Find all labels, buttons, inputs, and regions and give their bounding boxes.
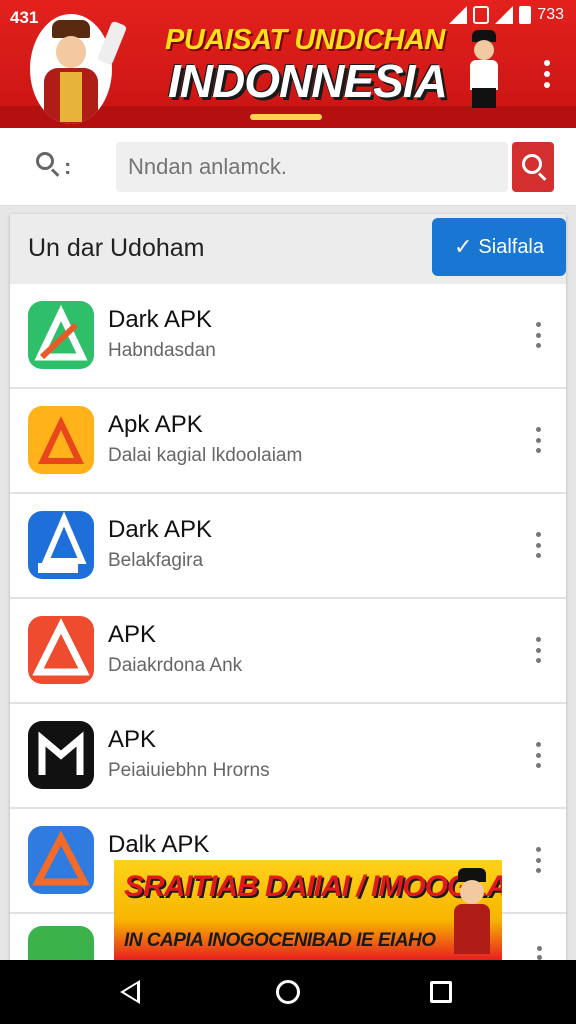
wifi-icon — [495, 6, 514, 24]
orange-a-icon — [28, 406, 94, 474]
card-action-label: Sialfala — [478, 235, 545, 258]
item-menu-icon[interactable] — [534, 322, 542, 348]
ad-tagline: IN CAPIA INOGOCENIBAD IE EIAHO — [124, 930, 436, 951]
blue-apk-icon — [28, 511, 94, 579]
search-button[interactable] — [512, 142, 554, 192]
ad-mascot — [448, 868, 496, 954]
signal-icon — [449, 6, 468, 24]
home-icon[interactable] — [276, 980, 300, 1004]
back-icon-inner — [124, 984, 137, 1000]
recent-apps-icon[interactable] — [430, 981, 452, 1003]
list-item[interactable]: Apk APK Dalai kagial lkdoolaiam — [10, 389, 566, 494]
search-separator: : — [64, 154, 72, 179]
item-menu-icon[interactable] — [534, 427, 542, 453]
app-subtitle: Belakfagira — [108, 550, 204, 571]
list-item[interactable]: APK Peiaiuiebhn Hrorns — [10, 704, 566, 809]
green-a-icon — [28, 301, 94, 369]
black-m-icon — [28, 721, 94, 789]
search-icon[interactable] — [36, 152, 60, 177]
app-header: 431 733 PUAISAT UNDICHAN INDONNESIA — [0, 0, 576, 128]
app-subtitle: Dalai kagial lkdoolaiam — [108, 445, 303, 466]
app-subtitle: Habndasdan — [108, 340, 216, 361]
app-subtitle: Daiakrdona Ank — [108, 655, 243, 676]
app-name: Apk APK — [108, 411, 203, 438]
status-time-left: 431 — [10, 8, 39, 27]
app-name: APK — [108, 726, 157, 753]
app-subtitle: Peiaiuiebhn Hrorns — [108, 760, 270, 781]
card-title: Un dar Udoham — [28, 234, 205, 262]
edit-check-icon: ✓ — [453, 234, 473, 259]
system-nav-bar — [0, 960, 576, 1024]
item-menu-icon[interactable] — [534, 637, 542, 663]
status-time-right: 733 — [537, 6, 564, 23]
header-indicator — [250, 114, 322, 120]
mascot-kid — [464, 30, 504, 108]
search-bar: : — [0, 128, 576, 206]
red-a-icon — [28, 616, 94, 684]
overflow-menu-icon[interactable] — [542, 60, 552, 88]
app-name: Dark APK — [108, 516, 213, 543]
item-menu-icon[interactable] — [537, 946, 542, 960]
list-item[interactable]: APK Daiakrdona Ank — [10, 599, 566, 704]
app-name: Dalk APK — [108, 831, 210, 858]
header-subtitle: PUAISAT UNDICHAN — [165, 24, 445, 56]
app-icon-partial — [28, 926, 94, 960]
blue-triangle-icon — [28, 826, 94, 894]
status-icons: 733 — [449, 6, 564, 24]
header-title: INDONNESIA — [168, 55, 448, 107]
notification-icon — [473, 6, 490, 24]
card-header: Un dar Udoham ✓ Sialfala — [10, 214, 566, 284]
app-name: Dark APK — [108, 306, 213, 333]
item-menu-icon[interactable] — [534, 742, 542, 768]
app-list: Dark APK Habndasdan Apk APK Dalai kagial… — [10, 284, 566, 914]
list-item[interactable]: Dark APK Belakfagira — [10, 494, 566, 599]
ad-banner[interactable]: SRAITIAB DAIIAI / IMOOGLAN? IN CAPIA INO… — [114, 860, 502, 960]
mascot-avatar — [30, 14, 112, 124]
list-item[interactable]: Dark APK Habndasdan — [10, 284, 566, 389]
item-menu-icon[interactable] — [534, 847, 542, 873]
search-input[interactable] — [116, 142, 508, 192]
card-action-button[interactable]: ✓ Sialfala — [432, 218, 566, 276]
ad-headline: SRAITIAB DAIIAI / IMOOGLAN? — [124, 870, 502, 903]
app-name: APK — [108, 621, 157, 648]
item-menu-icon[interactable] — [534, 532, 542, 558]
battery-icon — [519, 6, 532, 24]
